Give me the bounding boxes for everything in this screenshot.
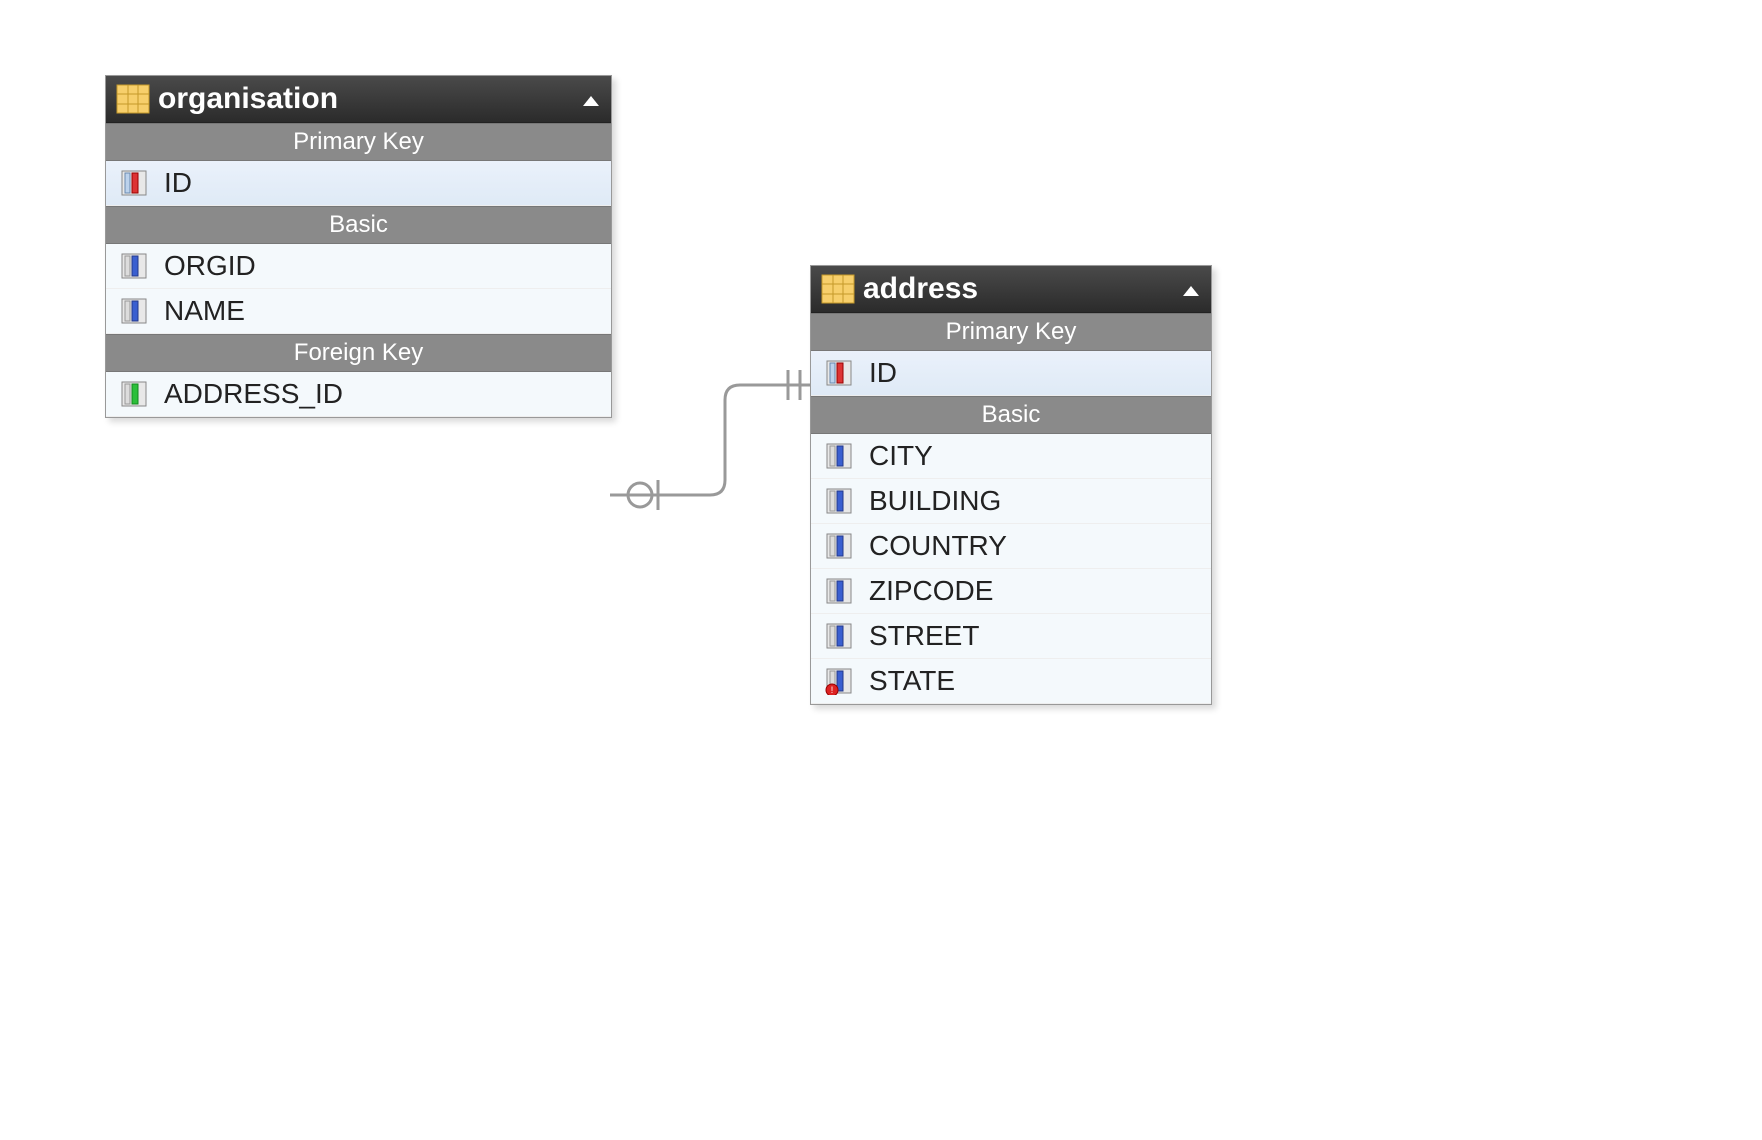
column-name: STATE xyxy=(859,665,955,697)
column-name: STREET xyxy=(859,620,979,652)
section-label-basic: Basic xyxy=(811,396,1211,434)
section-label-basic: Basic xyxy=(106,206,611,244)
pk-column-icon xyxy=(819,359,859,387)
column-icon xyxy=(819,577,859,605)
svg-text:!: ! xyxy=(831,685,834,695)
table-row[interactable]: ADDRESS_ID xyxy=(106,372,611,417)
table-row[interactable]: ! STATE xyxy=(811,659,1211,704)
column-icon xyxy=(819,622,859,650)
entity-address[interactable]: address Primary Key ID Basic CITY BUILDI… xyxy=(810,265,1212,705)
column-icon xyxy=(819,487,859,515)
table-row[interactable]: COUNTRY xyxy=(811,524,1211,569)
entity-header[interactable]: organisation xyxy=(106,76,611,123)
section-label-primary-key: Primary Key xyxy=(106,123,611,161)
fk-column-icon xyxy=(114,380,154,408)
column-name: ADDRESS_ID xyxy=(154,378,343,410)
table-row[interactable]: BUILDING xyxy=(811,479,1211,524)
column-icon xyxy=(819,442,859,470)
column-name: ID xyxy=(154,167,192,199)
column-name: CITY xyxy=(859,440,933,472)
table-row[interactable]: ID xyxy=(811,351,1211,396)
entity-title: organisation xyxy=(150,82,581,116)
column-name: ORGID xyxy=(154,250,256,282)
column-name: BUILDING xyxy=(859,485,1001,517)
table-icon xyxy=(821,274,855,304)
table-row[interactable]: ORGID xyxy=(106,244,611,289)
column-icon xyxy=(114,252,154,280)
table-row[interactable]: STREET xyxy=(811,614,1211,659)
collapse-icon[interactable] xyxy=(581,82,601,116)
column-error-icon: ! xyxy=(819,667,859,695)
table-icon xyxy=(116,84,150,114)
table-row[interactable]: ID xyxy=(106,161,611,206)
column-name: ID xyxy=(859,357,897,389)
pk-column-icon xyxy=(114,169,154,197)
column-icon xyxy=(114,297,154,325)
column-icon xyxy=(819,532,859,560)
table-row[interactable]: CITY xyxy=(811,434,1211,479)
table-row[interactable]: ZIPCODE xyxy=(811,569,1211,614)
entity-header[interactable]: address xyxy=(811,266,1211,313)
column-name: ZIPCODE xyxy=(859,575,993,607)
column-name: COUNTRY xyxy=(859,530,1007,562)
collapse-icon[interactable] xyxy=(1181,272,1201,306)
table-row[interactable]: NAME xyxy=(106,289,611,334)
entity-title: address xyxy=(855,272,1181,306)
entity-organisation[interactable]: organisation Primary Key ID Basic ORGID … xyxy=(105,75,612,418)
section-label-foreign-key: Foreign Key xyxy=(106,334,611,372)
section-label-primary-key: Primary Key xyxy=(811,313,1211,351)
column-name: NAME xyxy=(154,295,245,327)
